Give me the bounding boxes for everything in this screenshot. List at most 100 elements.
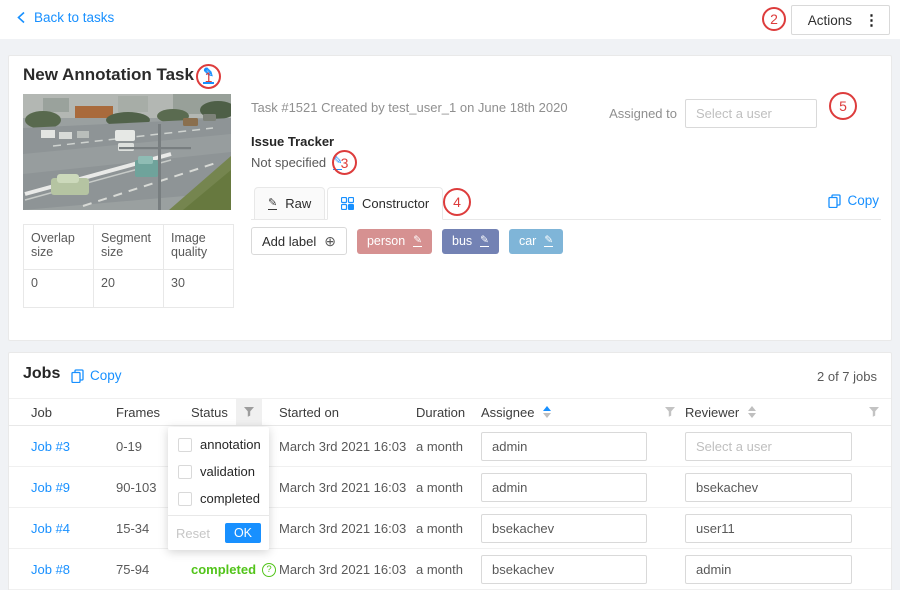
param-value-quality: 30 [164,270,234,308]
filter-icon-assignee[interactable] [657,399,683,425]
label-chip-person[interactable]: person ✎ [357,229,432,254]
filter-option-validation-label: validation [200,464,255,479]
labels-tab-bar: ✎ Raw Constructor Copy [251,187,881,220]
job-started: March 3rd 2021 16:03 [279,521,406,536]
status-filter-dropdown: annotation validation completed Reset OK [168,427,269,550]
annotation-circle-5: 5 [829,92,857,120]
job-link[interactable]: Job #3 [31,439,70,454]
job-duration: a month [416,521,463,536]
assigned-to-input[interactable] [685,99,817,128]
job-status-text: completed [191,562,256,577]
chevron-left-icon [16,11,26,24]
label-chip-bus[interactable]: bus ✎ [442,229,499,254]
col-header-assignee[interactable]: Assignee [481,399,551,425]
label-chip-car[interactable]: car ✎ [509,229,563,254]
help-circle-icon[interactable]: ? [262,563,276,577]
filter-reset-button[interactable]: Reset [176,526,210,541]
checkbox-completed[interactable] [178,492,192,506]
job-frames: 90-103 [116,480,156,495]
label-chip-car-name: car [519,234,536,248]
job-started: March 3rd 2021 16:03 [279,439,406,454]
job-row: Job #4 15-34 March 3rd 2021 16:03 a mont… [9,508,891,549]
raw-pencil-icon: ✎ [268,197,277,210]
col-header-assignee-label: Assignee [481,405,534,420]
job-row: Job #9 90-103 March 3rd 2021 16:03 a mon… [9,467,891,508]
funnel-icon [243,406,255,418]
sort-icon-reviewer[interactable] [748,406,756,418]
actions-label: Actions [808,13,852,28]
labels-copy-label: Copy [847,193,879,208]
back-to-tasks-label: Back to tasks [34,10,114,25]
back-to-tasks-link[interactable]: Back to tasks [16,10,114,25]
cvat-task-page: Back to tasks Actions ⋮ 1 2 3 4 5 New An… [0,0,900,590]
jobs-copy-link[interactable]: Copy [71,368,122,383]
task-parameters-table: Overlap size Segment size Image quality … [23,224,234,308]
reviewer-input[interactable] [685,555,852,584]
add-label-text: Add label [262,234,316,249]
job-link[interactable]: Job #9 [31,480,70,495]
col-header-job: Job [31,399,52,425]
jobs-table-header: Job Frames Status Started on Duration As… [9,398,891,426]
annotation-circle-1: 1 [196,64,221,89]
labels-copy-link[interactable]: Copy [828,193,879,208]
param-value-overlap: 0 [24,270,94,308]
filter-option-completed[interactable]: completed [168,485,269,512]
copy-icon [828,194,841,208]
sort-icon-assignee[interactable] [543,406,551,418]
job-started: March 3rd 2021 16:03 [279,562,406,577]
funnel-icon [664,406,676,418]
edit-label-icon[interactable]: ✎ [413,235,422,248]
issue-tracker-value: Not specified [251,155,326,170]
col-header-started: Started on [279,399,339,425]
filter-option-annotation-label: annotation [200,437,261,452]
actions-button[interactable]: Actions ⋮ [791,5,890,35]
blocks-icon [341,197,354,210]
filter-option-annotation[interactable]: annotation [168,431,269,458]
filter-option-completed-label: completed [200,491,260,506]
param-header-segment: Segment size [94,225,164,270]
assignee-input[interactable] [481,432,647,461]
checkbox-validation[interactable] [178,465,192,479]
copy-icon [71,369,84,383]
assignee-input[interactable] [481,514,647,543]
jobs-card: Jobs Copy 2 of 7 jobs Job Frames Status … [8,352,892,590]
assignee-input[interactable] [481,473,647,502]
issue-tracker-label: Issue Tracker [251,134,334,149]
reviewer-input[interactable] [685,432,852,461]
col-header-duration: Duration [416,399,465,425]
task-preview-image [23,94,231,210]
filter-icon-reviewer[interactable] [861,399,887,425]
add-label-button[interactable]: Add label ⊕ [251,227,347,255]
col-header-status-label: Status [191,405,228,420]
col-header-reviewer-label: Reviewer [685,405,739,420]
checkbox-annotation[interactable] [178,438,192,452]
filter-ok-button[interactable]: OK [225,523,261,543]
tab-constructor[interactable]: Constructor [327,187,443,220]
col-header-reviewer[interactable]: Reviewer [685,399,756,425]
annotation-circle-3: 3 [332,150,357,175]
jobs-copy-label: Copy [90,368,122,383]
tab-constructor-label: Constructor [362,196,429,211]
tab-raw[interactable]: ✎ Raw [254,187,325,220]
job-duration: a month [416,480,463,495]
assignee-input[interactable] [481,555,647,584]
filter-footer: Reset OK [168,515,269,550]
task-title: New Annotation Task [23,65,194,85]
reviewer-input[interactable] [685,514,852,543]
job-row: Job #3 0-19 March 3rd 2021 16:03 a month [9,426,891,467]
job-status: completed ? [191,562,276,577]
col-header-frames: Frames [116,399,160,425]
annotation-circle-2: 2 [762,7,786,31]
job-link[interactable]: Job #4 [31,521,70,536]
edit-label-icon[interactable]: ✎ [544,235,553,248]
job-row: Job #8 75-94 completed ? March 3rd 2021 … [9,549,891,590]
reviewer-input[interactable] [685,473,852,502]
edit-label-icon[interactable]: ✎ [480,235,489,248]
tab-raw-label: Raw [285,196,311,211]
labels-row: Add label ⊕ person ✎ bus ✎ car ✎ [251,227,563,255]
vertical-dots-icon: ⋮ [864,13,879,28]
filter-icon-status[interactable] [236,399,262,425]
job-started: March 3rd 2021 16:03 [279,480,406,495]
job-link[interactable]: Job #8 [31,562,70,577]
filter-option-validation[interactable]: validation [168,458,269,485]
